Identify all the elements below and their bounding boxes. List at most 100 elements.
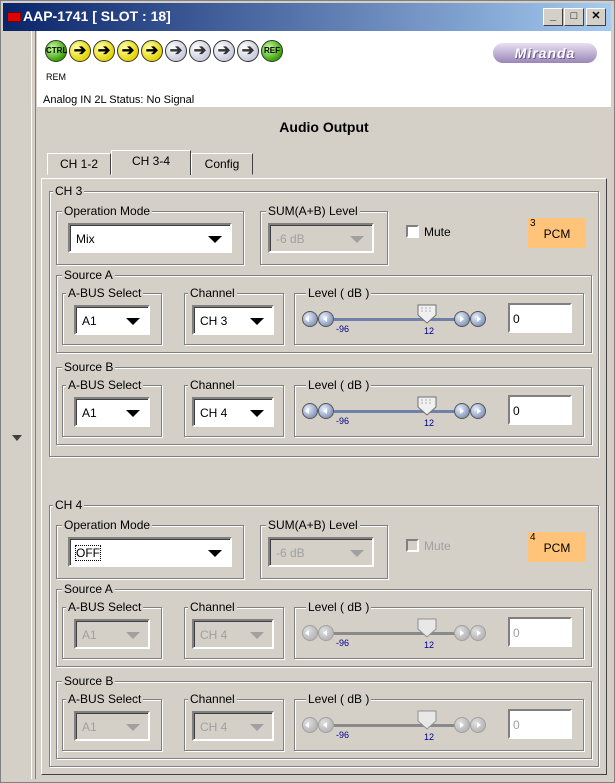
bus-select-label: A-BUS Select [66, 286, 144, 300]
tab-ch-3-4[interactable]: CH 3-4 [111, 150, 191, 175]
bus-select-label: A-BUS Select [66, 378, 144, 392]
mute-label: Mute [424, 539, 451, 553]
app-icon [7, 12, 21, 22]
arrow-led-icon: ➔ [69, 40, 91, 62]
select-value: -6 dB [276, 546, 305, 560]
dropdown-arrow-icon [350, 236, 364, 243]
ch4-b-channel-select[interactable]: CH 4 [192, 711, 274, 741]
select-value: A1 [82, 720, 97, 734]
channel-label: Channel [188, 692, 237, 706]
step-down-fast-button[interactable] [302, 625, 318, 641]
ctrl-label: CTRL [46, 46, 68, 55]
level-slider-thumb[interactable] [416, 395, 438, 417]
step-down-fast-button[interactable] [302, 311, 318, 327]
arrow-led-icon: ➔ [165, 40, 187, 62]
step-down-button[interactable] [318, 625, 334, 641]
ref-label: REF [264, 46, 280, 55]
step-up-fast-button[interactable] [470, 625, 486, 641]
level-slider-thumb[interactable] [416, 303, 438, 325]
expand-arrow-icon[interactable] [12, 435, 22, 441]
ch4-sum-level-select[interactable]: -6 dB [268, 537, 374, 567]
ch4-pcm-badge: 4 PCM [528, 532, 586, 562]
ch4-a-level-input[interactable]: 0 [508, 617, 572, 647]
level-slider-thumb[interactable] [416, 617, 438, 639]
step-down-button[interactable] [318, 717, 334, 733]
level-max-label: 12 [424, 418, 435, 428]
level-min-label: -96 [336, 324, 350, 334]
ch4-b-level-input[interactable]: 0 [508, 709, 572, 739]
select-value: A1 [82, 314, 97, 328]
window-title: AAP-1741 [ SLOT : 18] [23, 8, 171, 24]
ch3-b-channel-select[interactable]: CH 4 [192, 397, 274, 427]
ch4-a-channel-select[interactable]: CH 4 [192, 619, 274, 649]
ch3-pcm-badge: 3 PCM [528, 218, 586, 248]
arrow-led-icon: ➔ [93, 40, 115, 62]
maximize-button[interactable]: □ [564, 8, 584, 26]
ch3-a-level-input[interactable]: 0 [508, 303, 572, 333]
mute-label: Mute [424, 225, 451, 239]
ch3-label: CH 3 [53, 184, 85, 198]
tab-label: Config [204, 157, 240, 171]
select-value: Mix [76, 232, 95, 246]
ch3-a-channel-select[interactable]: CH 3 [192, 305, 274, 335]
step-down-fast-button[interactable] [302, 403, 318, 419]
tab-ch-1-2[interactable]: CH 1-2 [47, 153, 111, 175]
step-up-fast-button[interactable] [470, 717, 486, 733]
ch4-operation-mode-select[interactable]: OFF [68, 537, 232, 567]
sum-level-label: SUM(A+B) Level [266, 518, 360, 532]
collapse-sidebar[interactable] [3, 31, 36, 779]
ch4-a-bus-select[interactable]: A1 [74, 619, 150, 649]
tab-label: CH 3-4 [131, 154, 170, 168]
level-slider-thumb[interactable] [416, 709, 438, 731]
ctrl-led-icon: CTRL [45, 40, 67, 62]
channel-label: Channel [188, 286, 237, 300]
ch3-sum-level-select[interactable]: -6 dB [268, 223, 374, 253]
main-content: CTRL REM ➔ ➔ ➔ ➔ ➔ ➔ ➔ ➔ REF Miranda Ana… [37, 31, 613, 781]
ch4-mute-checkbox[interactable] [406, 539, 419, 552]
select-value: CH 4 [200, 628, 228, 642]
step-up-button[interactable] [454, 311, 470, 327]
dropdown-arrow-icon [208, 236, 222, 243]
ch3-a-bus-select[interactable]: A1 [74, 305, 150, 335]
dropdown-arrow-icon [126, 632, 140, 639]
step-down-fast-button[interactable] [302, 717, 318, 733]
dropdown-arrow-icon [250, 724, 264, 731]
step-down-button[interactable] [318, 311, 334, 327]
operation-mode-label: Operation Mode [62, 204, 153, 218]
level-min-label: -96 [336, 416, 350, 426]
panel-title: Audio Output [279, 119, 369, 135]
select-value: -6 dB [276, 232, 305, 246]
status-header: CTRL REM ➔ ➔ ➔ ➔ ➔ ➔ ➔ ➔ REF Miranda [37, 31, 611, 93]
step-down-button[interactable] [318, 403, 334, 419]
ch3-b-level-input[interactable]: 0 [508, 395, 572, 425]
dropdown-arrow-icon [250, 410, 264, 417]
step-up-button[interactable] [454, 625, 470, 641]
level-min-label: -96 [336, 638, 350, 648]
step-up-button[interactable] [454, 403, 470, 419]
step-up-fast-button[interactable] [470, 311, 486, 327]
tab-panel-ch-3-4: CH 3 Operation Mode Mix SUM(A+B) Level -… [41, 178, 607, 775]
ch4-b-bus-select[interactable]: A1 [74, 711, 150, 741]
tab-config[interactable]: Config [191, 153, 253, 175]
arrow-led-icon: ➔ [189, 40, 211, 62]
select-value: OFF [75, 545, 101, 561]
miranda-logo: Miranda [493, 43, 597, 63]
close-button[interactable]: ✕ [586, 8, 606, 26]
ch3-b-bus-select[interactable]: A1 [74, 397, 150, 427]
minimize-button[interactable]: _ [543, 8, 563, 26]
pcm-label: PCM [543, 541, 571, 555]
step-up-fast-button[interactable] [470, 403, 486, 419]
ch3-operation-mode-select[interactable]: Mix [68, 223, 232, 253]
select-value: CH 4 [200, 406, 228, 420]
channel-label: Channel [188, 600, 237, 614]
arrow-led-icon: ➔ [117, 40, 139, 62]
operation-mode-label: Operation Mode [62, 518, 153, 532]
title-bar[interactable]: AAP-1741 [ SLOT : 18] _ □ ✕ [3, 3, 611, 31]
step-up-button[interactable] [454, 717, 470, 733]
arrow-led-icon: ➔ [237, 40, 259, 62]
source-a-label: Source A [62, 268, 115, 282]
dropdown-arrow-icon [350, 550, 364, 557]
ch3-mute-checkbox[interactable] [406, 225, 419, 238]
level-max-label: 12 [424, 732, 435, 742]
level-max-label: 12 [424, 640, 435, 650]
